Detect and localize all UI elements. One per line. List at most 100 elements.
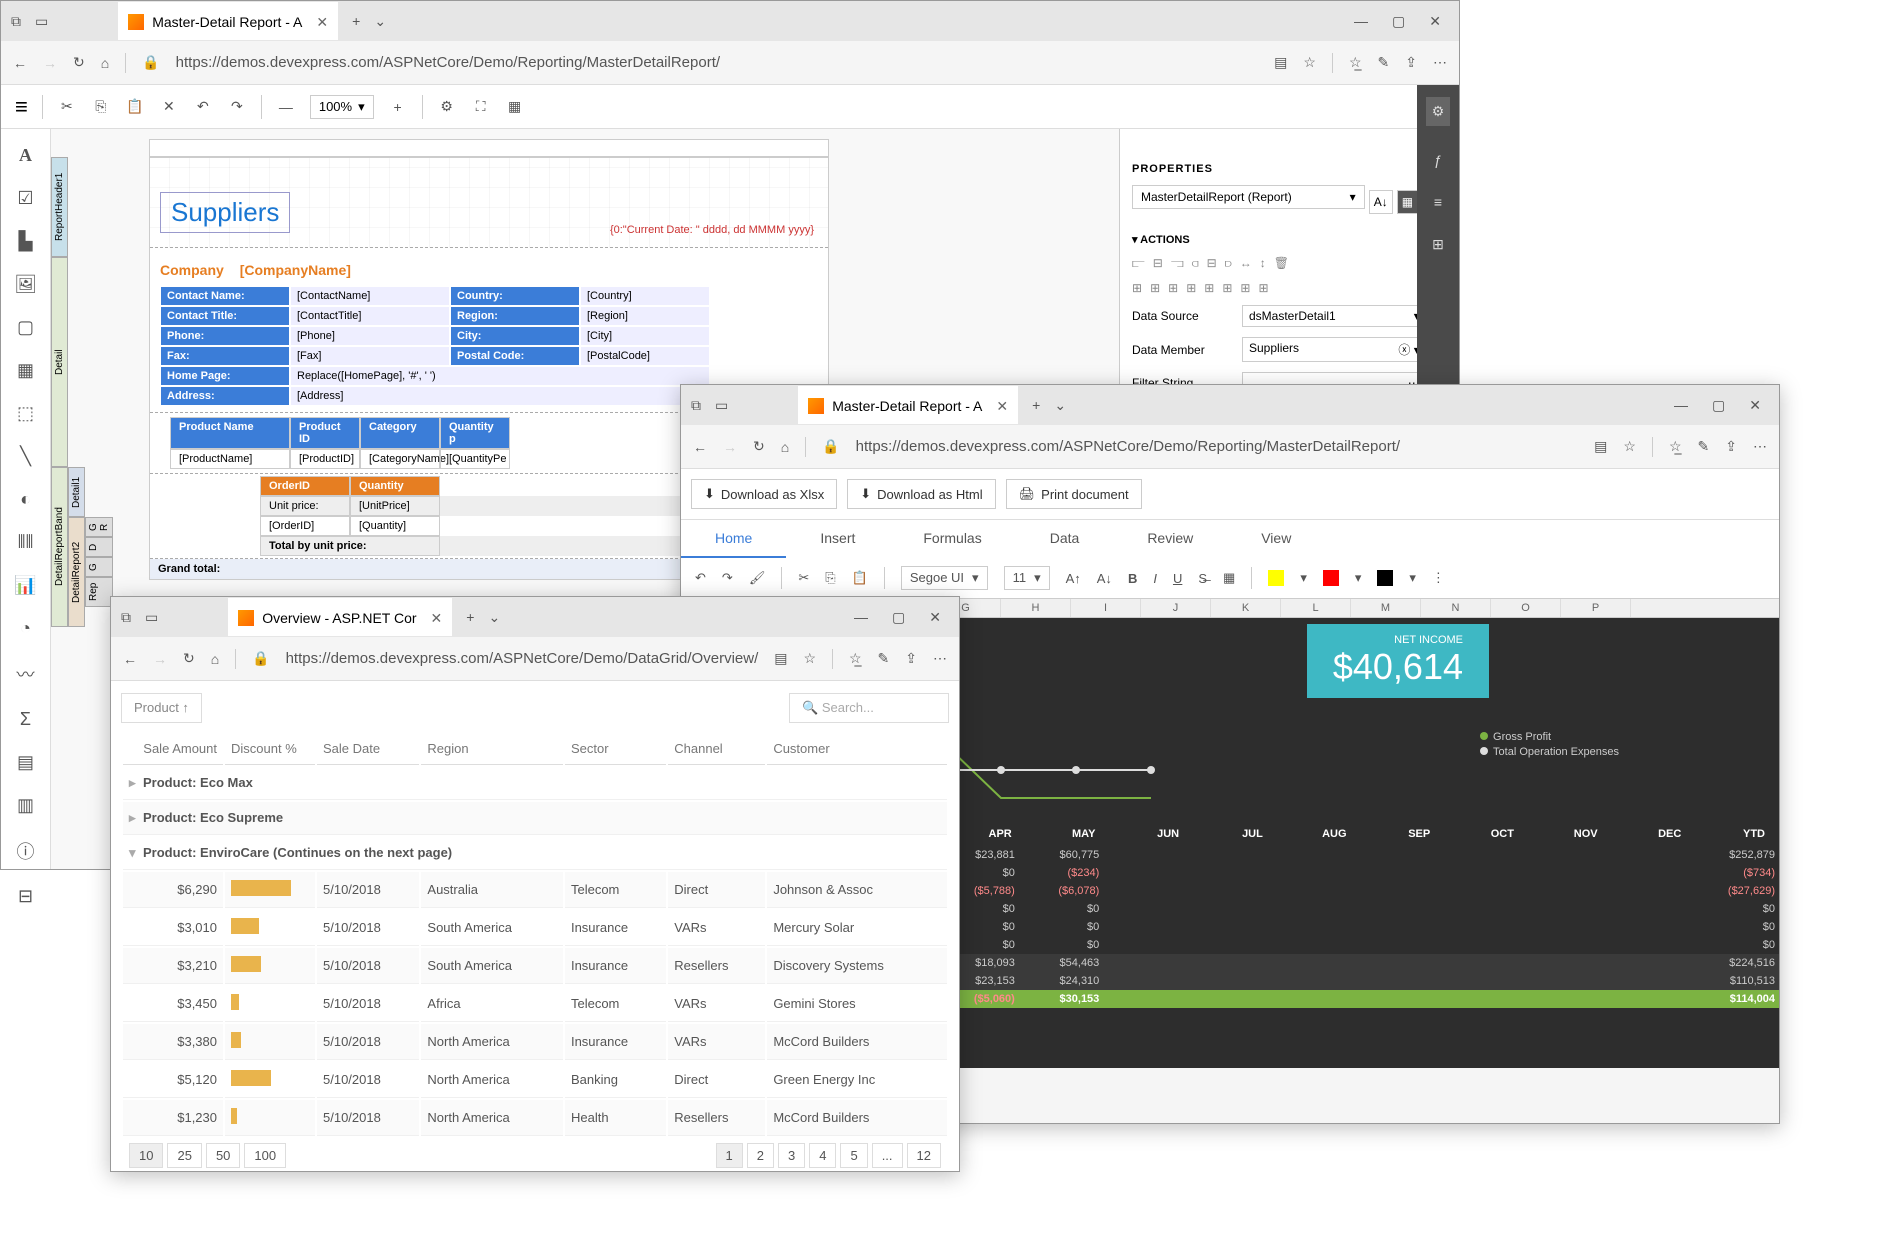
band-detailreport2[interactable]: DetailReport2 — [68, 517, 85, 627]
charcomb-tool-icon[interactable]: ⬚ — [17, 403, 34, 424]
element-selector[interactable]: MasterDetailReport (Report)▾ — [1132, 185, 1365, 209]
props-tab-icon[interactable]: ⚙ — [1426, 97, 1451, 126]
band-detail[interactable]: Detail — [51, 257, 68, 467]
underline-icon[interactable]: U — [1173, 571, 1182, 586]
fld-contactname-val[interactable]: [ContactName] — [290, 286, 450, 306]
company-label[interactable]: Company — [160, 262, 224, 278]
zoom-select[interactable]: 100%▾ — [310, 95, 374, 119]
paintformat-icon[interactable]: 🖌 — [749, 570, 766, 586]
actions-title[interactable]: ACTIONS — [1140, 234, 1190, 246]
expressions-tab-icon[interactable]: ƒ — [1434, 152, 1442, 168]
fill-red-icon[interactable] — [1323, 570, 1339, 586]
table-row[interactable]: $3,4505/10/2018AfricaTelecomVARsGemini S… — [123, 986, 947, 1022]
close-tab-icon[interactable]: ✕ — [996, 398, 1008, 415]
band-reportfooter[interactable]: Rep — [85, 577, 113, 607]
tab-home[interactable]: Home — [681, 520, 786, 558]
col-sector[interactable]: Sector — [565, 733, 666, 765]
star-icon[interactable]: ☆ — [1303, 54, 1316, 71]
close-window-icon[interactable]: ✕ — [1429, 13, 1441, 30]
pivot-tool-icon[interactable]: ▤ — [17, 752, 34, 773]
home-icon[interactable]: ⌂ — [101, 55, 109, 71]
bind-qtyper[interactable]: [QuantityPe — [440, 449, 510, 469]
reader-icon[interactable]: ▤ — [1274, 54, 1287, 71]
gauge-tool-icon[interactable]: ◔ — [20, 618, 31, 639]
group-row[interactable]: ▸Product: Eco Supreme — [123, 802, 947, 835]
back-icon[interactable]: ← — [123, 651, 137, 667]
fld-phone-lbl[interactable]: Phone: — [160, 326, 290, 346]
fld-address-val[interactable]: [Address] — [290, 386, 710, 406]
table-row[interactable]: $1,2305/10/2018North AmericaHealthResell… — [123, 1100, 947, 1136]
checkbox-tool-icon[interactable]: ☑ — [17, 188, 33, 209]
url-text[interactable]: https://demos.devexpress.com/ASPNetCore/… — [856, 438, 1579, 455]
pageinfo-tool-icon[interactable]: ⓘ — [17, 838, 35, 864]
col-header[interactable]: L — [1281, 599, 1351, 617]
browser-tab[interactable]: Master-Detail Report - A ✕ — [798, 386, 1018, 424]
categorize-icon[interactable]: ▦ — [1397, 190, 1418, 214]
home-icon[interactable]: ⌂ — [781, 439, 789, 455]
fill-black-icon[interactable] — [1377, 570, 1393, 586]
richtext-tool-icon[interactable]: ▙ — [19, 231, 33, 252]
search-input[interactable]: 🔍 Search... — [789, 693, 949, 723]
col-header[interactable]: M — [1351, 599, 1421, 617]
same-height-icon[interactable]: ↕ — [1260, 256, 1266, 271]
product-filter-chip[interactable]: Product ↑ — [121, 693, 202, 723]
fontsize-select[interactable]: 11▾ — [1004, 566, 1050, 590]
fld-region-val[interactable]: [Region] — [580, 306, 710, 326]
home-icon[interactable]: ⌂ — [211, 651, 219, 667]
same-width-icon[interactable]: ↔ — [1240, 256, 1252, 271]
col-customer[interactable]: Customer — [767, 733, 947, 765]
download-xlsx-button[interactable]: ⬇Download as Xlsx — [691, 479, 837, 509]
notes-icon[interactable]: ✎ — [878, 650, 890, 667]
cut-icon[interactable]: ✂ — [798, 570, 809, 586]
table-row[interactable]: $6,2905/10/2018AustraliaTelecomDirectJoh… — [123, 872, 947, 908]
reader-icon[interactable]: ▤ — [774, 650, 787, 667]
band-detail1[interactable]: Detail1 — [68, 467, 85, 517]
sigma-tool-icon[interactable]: Σ — [20, 709, 31, 730]
browser-tab[interactable]: Overview - ASP.NET Cor ✕ — [228, 598, 452, 636]
refresh-icon[interactable]: ↻ — [183, 650, 195, 667]
align-bottom-icon[interactable]: ⫐ — [1225, 256, 1232, 271]
maximize-icon[interactable]: ▢ — [1392, 13, 1405, 30]
collapse-props-icon[interactable]: ❯ — [1120, 129, 1459, 151]
unit-bind[interactable]: [UnitPrice] — [350, 496, 440, 516]
col-header[interactable]: P — [1561, 599, 1631, 617]
forward-icon[interactable]: → — [153, 651, 167, 667]
fld-city-lbl[interactable]: City: — [450, 326, 580, 346]
bind-orderid[interactable]: [OrderID] — [260, 516, 350, 536]
col-header[interactable]: N — [1421, 599, 1491, 617]
fullscreen-icon[interactable]: ⛶ — [471, 98, 491, 115]
explorer-tab-icon[interactable]: ⊞ — [1432, 236, 1444, 253]
col-header[interactable]: H — [1001, 599, 1071, 617]
tab-group-icon[interactable]: ⧉ — [691, 397, 701, 414]
ribbon-more-icon[interactable]: ⋮ — [1432, 570, 1445, 586]
maximize-icon[interactable]: ▢ — [1712, 397, 1725, 414]
fld-contactname-lbl[interactable]: Contact Name: — [160, 286, 290, 306]
col-date[interactable]: Sale Date — [317, 733, 419, 765]
close-tab-icon[interactable]: ✕ — [431, 610, 443, 627]
pagesize-btn[interactable]: 50 — [206, 1143, 240, 1168]
tab-list-icon[interactable]: ▭ — [715, 397, 728, 414]
line-tool-icon[interactable]: ╲ — [20, 446, 31, 467]
more-icon[interactable]: ⋯ — [933, 650, 947, 667]
fld-homepage-lbl[interactable]: Home Page: — [160, 366, 290, 386]
label-tool-icon[interactable]: A — [19, 145, 32, 166]
notes-icon[interactable]: ✎ — [1698, 438, 1710, 455]
table-row[interactable]: $3,2105/10/2018South AmericaInsuranceRes… — [123, 948, 947, 984]
fld-postal-val[interactable]: [PostalCode] — [580, 346, 710, 366]
reader-icon[interactable]: ▤ — [1594, 438, 1607, 455]
fld-phone-val[interactable]: [Phone] — [290, 326, 450, 346]
col-discount[interactable]: Discount % — [225, 733, 315, 765]
validate-icon[interactable]: ⚙ — [437, 98, 457, 115]
company-binding[interactable]: [CompanyName] — [240, 262, 351, 278]
tab-data[interactable]: Data — [1016, 520, 1114, 558]
bind-category[interactable]: [CategoryName] — [360, 449, 440, 469]
undo-icon[interactable]: ↶ — [193, 98, 213, 115]
forward-icon[interactable]: → — [43, 55, 57, 71]
tab-view[interactable]: View — [1227, 520, 1325, 558]
undo-icon[interactable]: ↶ — [695, 570, 706, 586]
grow-font-icon[interactable]: A↑ — [1066, 571, 1081, 586]
band-reportheader[interactable]: ReportHeader1 — [51, 157, 68, 257]
subreport-tool-icon[interactable]: ▥ — [17, 795, 34, 816]
paste-icon[interactable]: 📋 — [852, 570, 868, 586]
align-right-icon[interactable]: ⫎ — [1171, 256, 1184, 271]
